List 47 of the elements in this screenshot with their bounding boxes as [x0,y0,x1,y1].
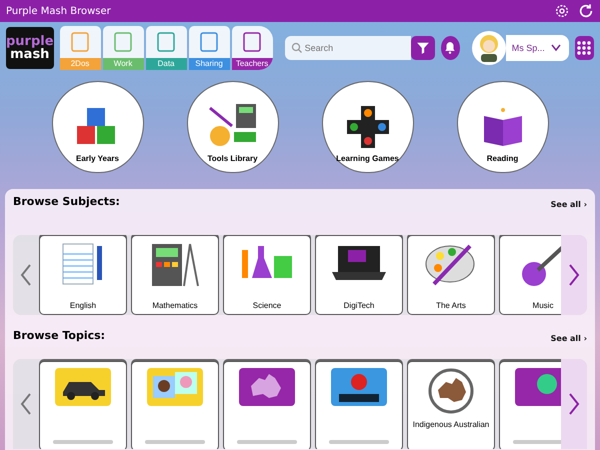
people-chat-icon [147,368,203,406]
section-title: Browse Subjects: [13,195,120,208]
chevron-left-icon [20,264,32,286]
grid-icon [577,41,592,55]
chevron-left-icon [20,393,32,415]
subject-card[interactable]: Science [223,235,311,315]
refresh-icon[interactable] [578,3,594,19]
section-title: Browse Topics: [13,329,106,342]
topic-card[interactable]: Indigenous Australian [407,361,495,449]
category-tile[interactable]: Learning Games [322,81,414,173]
subject-card[interactable]: The Arts [407,235,495,315]
australia-emblem-icon [428,368,474,414]
category-tile[interactable]: Tools Library [186,81,278,173]
search-field[interactable]: Search [284,36,411,60]
chevron-down-icon [550,44,561,52]
poppy-banner-icon [331,368,387,406]
chevron-right-icon [568,393,580,415]
subject-card[interactable]: English [39,235,127,315]
apps-grid-button[interactable] [574,36,594,60]
subject-card[interactable]: Music [499,235,561,315]
topic-card[interactable] [223,361,311,449]
logo[interactable]: purple mash [6,27,54,69]
settings-icon[interactable] [554,3,570,19]
category-tile[interactable]: Reading [456,81,548,173]
search-icon [290,42,303,54]
see-all-link[interactable]: See all › [550,200,587,209]
category-tile[interactable]: Early Years [52,81,144,173]
window-title: Purple Mash Browser [6,6,112,16]
next-button[interactable] [561,359,587,449]
nav-tab[interactable]: Teachers [232,26,273,70]
funnel-icon [416,41,430,55]
alien-icon [515,368,561,406]
topic-card[interactable] [131,361,219,449]
notifications-button[interactable] [440,36,460,60]
australia-map-icon [239,368,295,406]
topic-card[interactable] [315,361,403,449]
next-button[interactable] [561,235,587,315]
car-icon [55,368,111,406]
see-all-link[interactable]: See all › [550,334,587,343]
bell-icon [443,41,458,55]
chevron-right-icon [568,264,580,286]
filter-button[interactable] [410,36,435,60]
calculator-compass-icon [150,242,200,288]
subject-card[interactable]: Mathematics [131,235,219,315]
profile-menu[interactable]: Ms Sp... [506,35,569,61]
topic-card[interactable] [39,361,127,449]
subject-card[interactable]: DigiTech [315,235,403,315]
